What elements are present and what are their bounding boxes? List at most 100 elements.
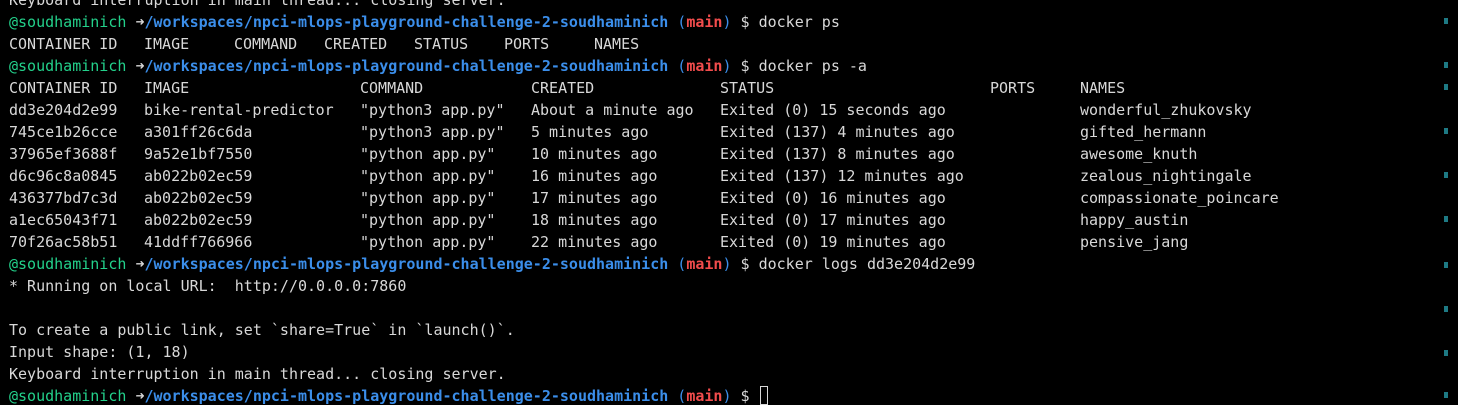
container-command: "python app.py": [360, 145, 496, 163]
overview-ruler[interactable]: [1442, 0, 1458, 405]
container-names: zealous_nightingale: [1080, 167, 1252, 185]
overview-mark: [1444, 84, 1448, 90]
ps-header-ports: PORTS: [504, 35, 550, 53]
container-status: Exited (137) 4 minutes ago: [720, 123, 955, 141]
prompt-path: /workspaces/npci-mlops-playground-challe…: [144, 57, 669, 75]
container-id: 37965ef3688f: [9, 145, 118, 163]
prompt-dollar: $: [740, 13, 750, 31]
prompt-user: @soudhaminich: [9, 255, 127, 273]
container-row: 436377bd7c3d ab022b02ec59 "python app.py…: [9, 187, 1429, 209]
prompt-path: /workspaces/npci-mlops-playground-challe…: [144, 387, 669, 405]
ps-header-command: COMMAND: [234, 35, 298, 53]
ps-header-container-id: CONTAINER ID: [9, 35, 118, 53]
container-names: compassionate_poincare: [1080, 189, 1279, 207]
log-text: Keyboard interruption in main thread... …: [9, 0, 506, 9]
prompt-dollar: $: [740, 57, 750, 75]
prompt-line: @soudhaminich ➜/workspaces/npci-mlops-pl…: [9, 55, 1429, 77]
container-status: Exited (137) 8 minutes ago: [720, 145, 955, 163]
container-command: "python app.py": [360, 211, 496, 229]
container-row: 70f26ac58b51 41ddff766966 "python app.py…: [9, 231, 1429, 253]
container-row: dd3e204d2e99 bike-rental-predictor "pyth…: [9, 99, 1429, 121]
ps-header-created: CREATED: [324, 35, 388, 53]
container-created: 22 minutes ago: [531, 233, 658, 251]
branch-open-paren: (: [677, 13, 687, 31]
log-line: Input shape: (1, 18): [9, 341, 1429, 363]
overview-mark: [1444, 350, 1448, 356]
container-status: Exited (0) 17 minutes ago: [720, 211, 946, 229]
container-command: "python3 app.py": [360, 101, 505, 119]
terminal-panel[interactable]: Keyboard interruption in main thread... …: [0, 0, 1458, 405]
prompt-branch: main: [686, 255, 723, 273]
container-image: a301ff26c6da: [144, 123, 253, 141]
prompt-path: /workspaces/npci-mlops-playground-challe…: [144, 255, 669, 273]
container-names: gifted_hermann: [1080, 123, 1207, 141]
branch-close-paren: ): [722, 387, 732, 405]
prompt-line: @soudhaminich ➜/workspaces/npci-mlops-pl…: [9, 11, 1429, 33]
log-line: To create a public link, set `share=True…: [9, 319, 1429, 341]
container-row: 745ce1b26cce a301ff26c6da "python3 app.p…: [9, 121, 1429, 143]
output-line: Keyboard interruption in main thread... …: [9, 0, 1429, 11]
log-text: Keyboard interruption in main thread... …: [9, 365, 506, 383]
branch-close-paren: ): [722, 57, 732, 75]
container-image: ab022b02ec59: [144, 167, 253, 185]
command-text: docker logs dd3e204d2e99: [758, 255, 976, 273]
container-id: 70f26ac58b51: [9, 233, 118, 251]
container-created: 16 minutes ago: [531, 167, 658, 185]
container-id: a1ec65043f71: [9, 211, 118, 229]
container-names: happy_austin: [1080, 211, 1189, 229]
log-line: Keyboard interruption in main thread... …: [9, 363, 1429, 385]
prompt-branch: main: [686, 387, 723, 405]
prompt-line[interactable]: @soudhaminich ➜/workspaces/npci-mlops-pl…: [9, 385, 1429, 405]
overview-mark: [1444, 392, 1448, 398]
prompt-branch: main: [686, 13, 723, 31]
ps-header-status: STATUS: [414, 35, 469, 53]
container-image: 9a52e1bf7550: [144, 145, 253, 163]
container-created: About a minute ago: [531, 101, 694, 119]
overview-mark: [1444, 128, 1448, 134]
branch-open-paren: (: [677, 57, 687, 75]
log-text: * Running on local URL: http://0.0.0.0:7…: [9, 277, 407, 295]
overview-mark: [1444, 216, 1448, 222]
branch-close-paren: ): [722, 13, 732, 31]
overview-mark: [1444, 306, 1448, 312]
container-image: ab022b02ec59: [144, 211, 253, 229]
container-image: ab022b02ec59: [144, 189, 253, 207]
ps-header-names: NAMES: [594, 35, 640, 53]
overview-mark: [1444, 62, 1448, 68]
log-text: Input shape: (1, 18): [9, 343, 190, 361]
container-image: 41ddff766966: [144, 233, 253, 251]
terminal-cursor[interactable]: [759, 386, 768, 405]
prompt-user: @soudhaminich: [9, 57, 127, 75]
log-text: To create a public link, set `share=True…: [9, 321, 515, 339]
container-id: d6c96c8a0845: [9, 167, 118, 185]
container-created: 18 minutes ago: [531, 211, 658, 229]
container-command: "python app.py": [360, 167, 496, 185]
container-id: 436377bd7c3d: [9, 189, 118, 207]
container-row: 37965ef3688f 9a52e1bf7550 "python app.py…: [9, 143, 1429, 165]
overview-mark: [1444, 172, 1448, 178]
container-command: "python app.py": [360, 189, 496, 207]
container-row: a1ec65043f71 ab022b02ec59 "python app.py…: [9, 209, 1429, 231]
log-line: * Running on local URL: http://0.0.0.0:7…: [9, 275, 1429, 297]
psa-header-row: CONTAINER ID IMAGE COMMAND CREATED STATU…: [9, 77, 1429, 99]
terminal-output: Keyboard interruption in main thread... …: [9, 0, 1429, 405]
prompt-line: @soudhaminich ➜/workspaces/npci-mlops-pl…: [9, 253, 1429, 275]
container-status: Exited (137) 12 minutes ago: [720, 167, 964, 185]
container-names: wonderful_zhukovsky: [1080, 101, 1252, 119]
prompt-path: /workspaces/npci-mlops-playground-challe…: [144, 13, 669, 31]
psa-header-created: CREATED: [531, 79, 595, 97]
prompt-user: @soudhaminich: [9, 387, 127, 405]
branch-open-paren: (: [677, 387, 687, 405]
container-created: 10 minutes ago: [531, 145, 658, 163]
container-id: dd3e204d2e99: [9, 101, 118, 119]
psa-header-status: STATUS: [720, 79, 775, 97]
container-id: 745ce1b26cce: [9, 123, 118, 141]
container-image: bike-rental-predictor: [144, 101, 334, 119]
branch-close-paren: ): [722, 255, 732, 273]
branch-open-paren: (: [677, 255, 687, 273]
container-command: "python3 app.py": [360, 123, 505, 141]
container-row: d6c96c8a0845 ab022b02ec59 "python app.py…: [9, 165, 1429, 187]
overview-mark: [1444, 262, 1448, 268]
container-names: pensive_jang: [1080, 233, 1189, 251]
overview-mark: [1444, 18, 1448, 24]
